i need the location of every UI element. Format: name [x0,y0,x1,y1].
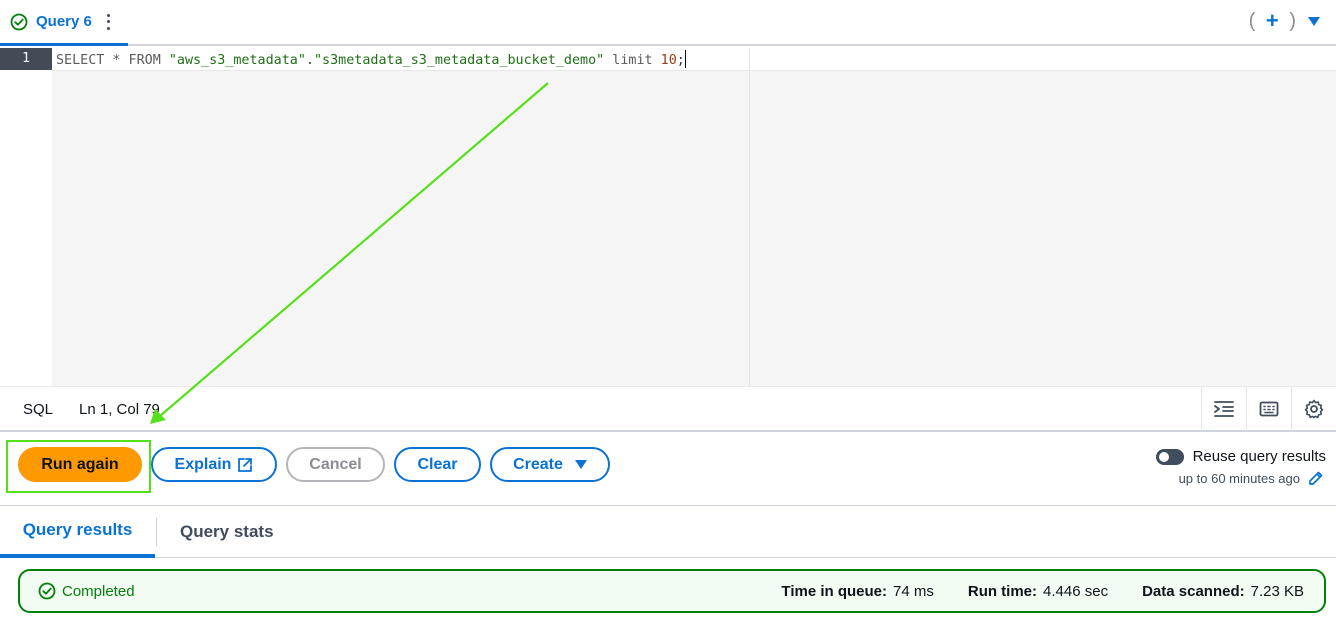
reuse-duration: up to 60 minutes ago [1178,470,1300,486]
keyboard-icon[interactable] [1246,387,1291,431]
sql-dot: . [305,53,314,68]
status-label: Completed [62,582,135,600]
print-margin [749,48,750,386]
results-tabs: Query results Query stats [0,506,1336,558]
create-label: Create [513,455,563,473]
tabs-dropdown-icon[interactable] [1308,16,1320,26]
external-link-icon [238,457,253,472]
data-scanned: Data scanned: 7.23 KB [1142,582,1304,600]
tab-query-stats[interactable]: Query stats [180,506,274,558]
code-area[interactable]: SELECT * FROM "aws_s3_metadata"."s3metad… [52,48,1336,386]
tab-query-6[interactable]: Query 6 [0,0,128,46]
query-stats-summary: Time in queue: 74 ms Run time: 4.446 sec D… [781,583,1304,600]
run-again-button[interactable]: Run again [18,447,142,482]
sql-keywords: SELECT * FROM [56,53,169,68]
time-in-queue: Time in queue: 74 ms [781,582,934,600]
settings-icon[interactable] [1291,387,1336,431]
add-query-icon[interactable]: + [1259,8,1285,34]
create-button[interactable]: Create [490,447,610,482]
sql-editor[interactable]: 1 SELECT * FROM "aws_s3_metadata"."s3met… [0,48,1336,386]
run-time: Run time: 4.446 sec [967,582,1109,600]
tab-divider [156,518,157,546]
reuse-results-toggle[interactable] [1155,448,1184,465]
open-paren: ( [1248,9,1256,32]
editor-gutter: 1 [0,48,52,386]
query-status-banner: Completed Time in queue: 74 ms Run time: 4… [18,569,1326,613]
query-tab-bar: Query 6 ( + ) [0,0,1336,46]
sql-limit-number: 10 [660,53,677,68]
success-check-icon [10,13,28,30]
query-actions: Run again Explain Cancel Clear Create Re… [0,432,1336,506]
tab-label: Query 6 [36,13,92,30]
code-line[interactable]: SELECT * FROM "aws_s3_metadata"."s3metad… [56,50,686,71]
explain-label: Explain [174,455,232,473]
clear-button[interactable]: Clear [394,447,481,482]
close-paren: ) [1289,9,1296,32]
caret-down-icon [574,460,587,469]
sql-table-name: "s3metadata_s3_metadata_bucket_demo" [314,53,605,68]
tab-query-results[interactable]: Query results [0,506,155,558]
success-check-icon [38,582,56,600]
sql-semicolon: ; [676,53,685,68]
explain-button[interactable]: Explain [151,447,277,482]
sql-limit-keyword: limit [604,53,661,68]
editor-tools [1201,387,1336,431]
text-cursor [684,50,686,68]
reuse-query-results: Reuse query results up to 60 minutes ago [1155,448,1326,486]
cursor-position: Ln 1, Col 79 [79,401,160,418]
edit-pencil-icon[interactable] [1308,470,1324,486]
tab-actions: ( + ) [1249,8,1320,34]
reuse-results-label: Reuse query results [1192,448,1326,465]
format-icon[interactable] [1201,387,1246,431]
line-number: 1 [0,48,52,70]
editor-status-bar: SQL Ln 1, Col 79 [0,386,1336,432]
more-options-icon[interactable] [102,12,116,32]
cancel-button[interactable]: Cancel [286,447,385,482]
language-label: SQL [23,401,54,418]
sql-schema-name: "aws_s3_metadata" [168,53,306,68]
